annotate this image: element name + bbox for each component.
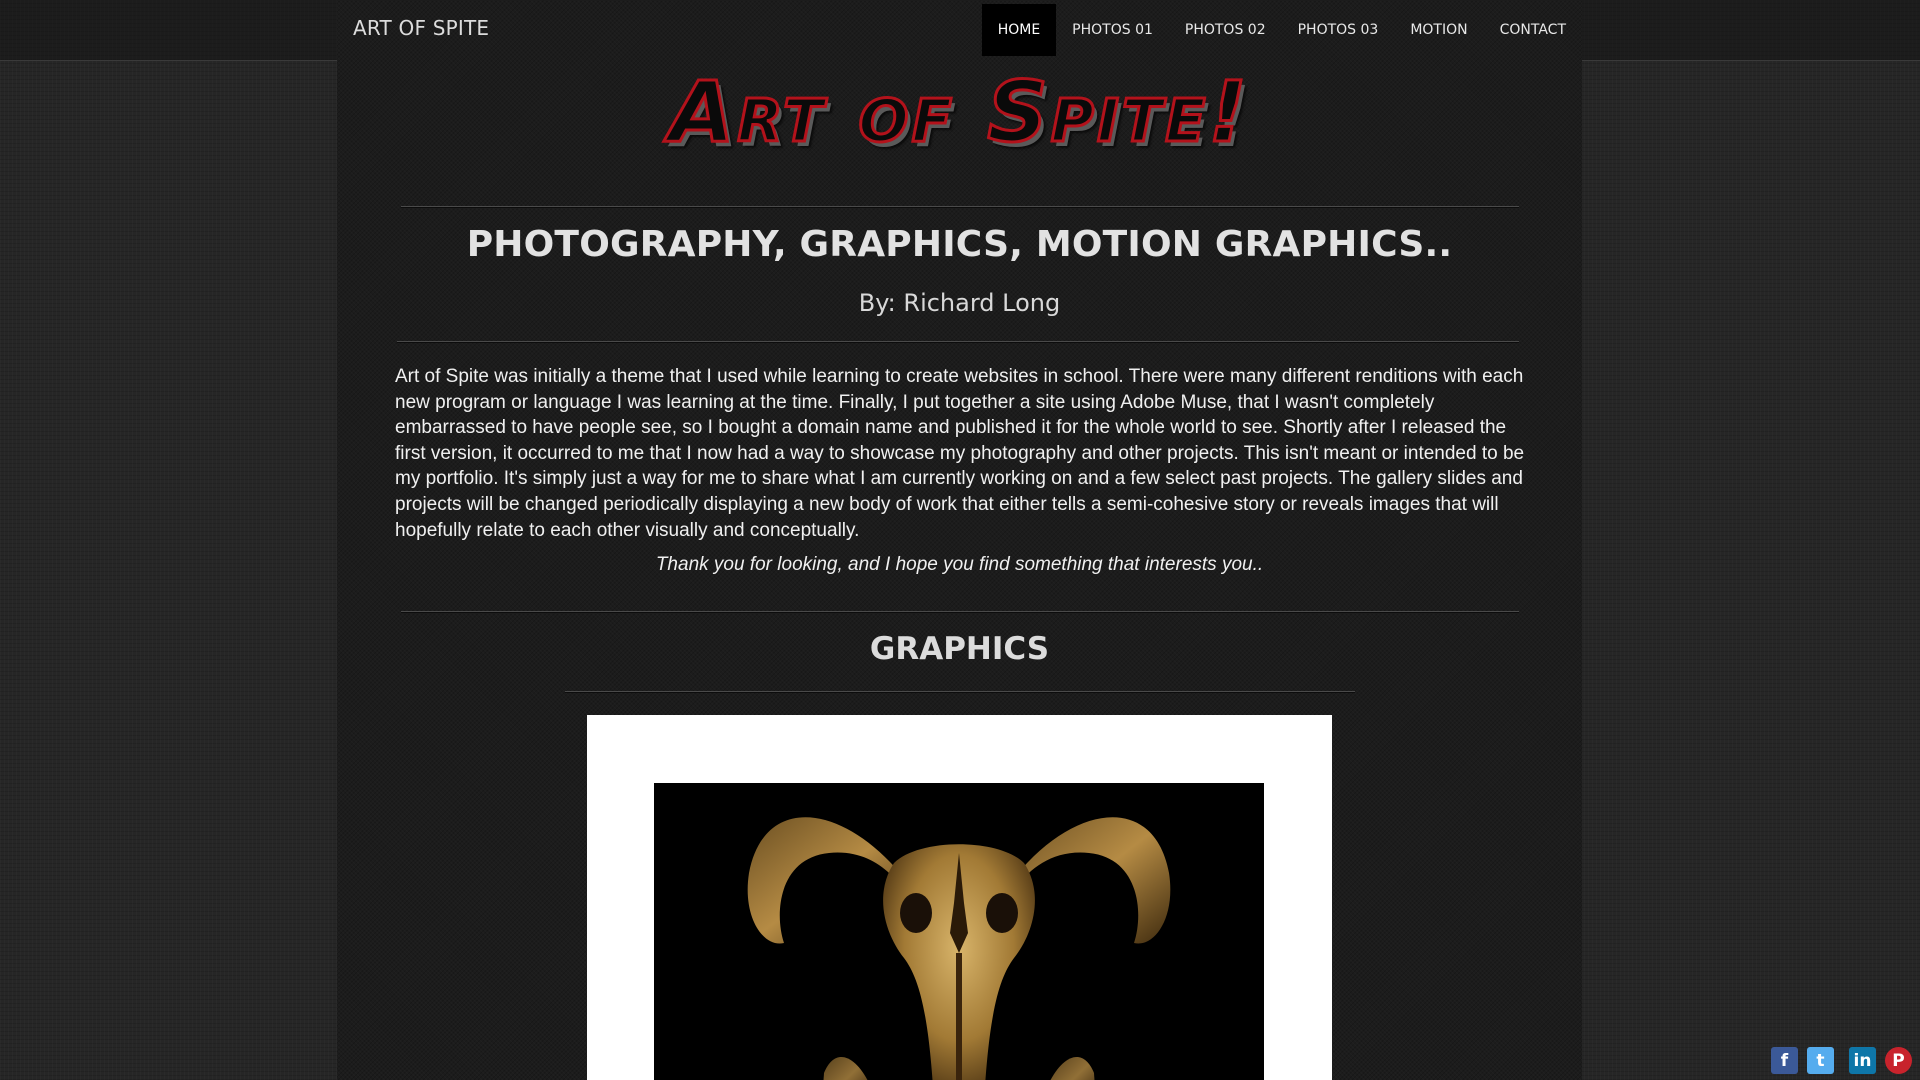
nav-photos-03[interactable]: PHOTOS 03 bbox=[1282, 4, 1395, 56]
divider bbox=[565, 691, 1355, 693]
divider bbox=[401, 611, 1519, 613]
nav-home[interactable]: HOME bbox=[981, 4, 1057, 56]
nav-photos-01[interactable]: PHOTOS 01 bbox=[1056, 4, 1169, 56]
nav-contact[interactable]: CONTACT bbox=[1484, 4, 1582, 56]
ram-skull-artwork bbox=[654, 783, 1264, 1080]
page-headline: PHOTOGRAPHY, GRAPHICS, MOTION GRAPHICS.. bbox=[466, 224, 1453, 265]
main-nav: HOME PHOTOS 01 PHOTOS 02 PHOTOS 03 MOTIO… bbox=[981, 4, 1582, 56]
intro-paragraph: Art of Spite was initially a theme that … bbox=[395, 366, 1525, 541]
divider bbox=[401, 206, 1519, 208]
thanks-note: Thank you for looking, and I hope you fi… bbox=[655, 554, 1264, 575]
site-brand[interactable]: ART OF SPITE bbox=[353, 16, 489, 40]
nav-motion[interactable]: MOTION bbox=[1394, 4, 1483, 56]
divider bbox=[397, 341, 1519, 343]
facebook-icon[interactable]: f bbox=[1771, 1047, 1798, 1074]
social-share-bar: f t in P bbox=[1771, 1047, 1912, 1074]
twitter-icon[interactable]: t bbox=[1807, 1047, 1834, 1074]
page-container: ART OF SPITE HOME PHOTOS 01 PHOTOS 02 PH… bbox=[337, 0, 1582, 1080]
pinterest-icon[interactable]: P bbox=[1885, 1047, 1912, 1074]
author-byline: By: Richard Long bbox=[858, 289, 1061, 317]
site-logo: Art of Spite! bbox=[668, 62, 1250, 163]
ram-skull-image[interactable] bbox=[654, 783, 1264, 1080]
graphics-gallery-slide[interactable] bbox=[587, 715, 1332, 1080]
linkedin-icon[interactable]: in bbox=[1849, 1047, 1876, 1074]
graphics-section-title: GRAPHICS bbox=[869, 631, 1050, 667]
nav-photos-02[interactable]: PHOTOS 02 bbox=[1169, 4, 1282, 56]
